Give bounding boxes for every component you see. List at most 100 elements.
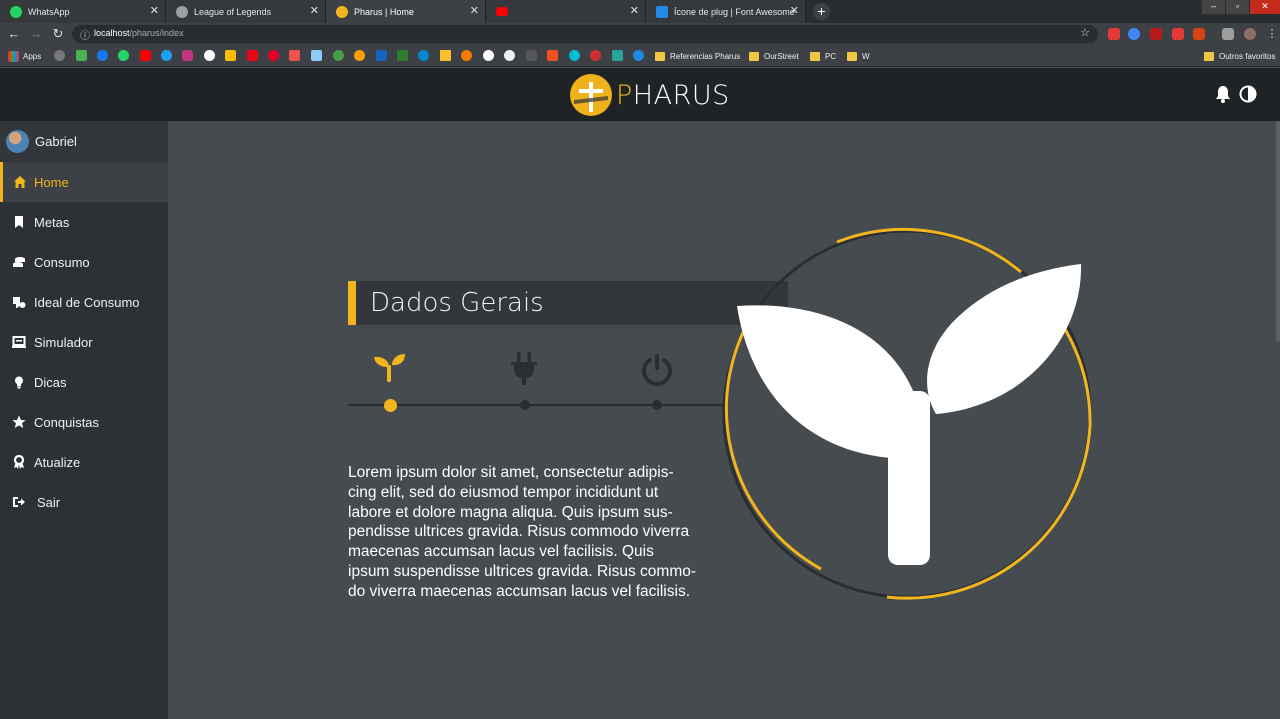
contrast-icon[interactable]	[1239, 85, 1257, 103]
bookmark-icon[interactable]	[333, 50, 344, 61]
close-icon[interactable]: ✕	[310, 4, 319, 17]
playlist-icon[interactable]	[1222, 28, 1234, 40]
bookmark-label: Apps	[23, 51, 42, 61]
tab-youtube[interactable]: ✕	[486, 0, 646, 23]
menu-kebab-icon[interactable]: ⋮	[1264, 26, 1280, 42]
sidebar-item-conquistas[interactable]: Conquistas	[0, 402, 168, 442]
netflix-icon[interactable]	[247, 50, 258, 61]
tab-title: WhatsApp	[28, 6, 70, 17]
forward-arrow-icon[interactable]: →	[28, 26, 44, 42]
extension-icon[interactable]	[1193, 28, 1205, 40]
minimize-button[interactable]: –	[1202, 0, 1225, 14]
bookmark-icon[interactable]	[418, 50, 429, 61]
coins-icon	[13, 257, 25, 267]
address-bar[interactable]: ⓘ localhost/pharus/index ☆	[72, 25, 1098, 43]
home-icon	[14, 176, 26, 188]
bookmark-icon[interactable]	[569, 50, 580, 61]
main-content: Dados Gerais Lorem ipsum dolor sit amet,…	[168, 121, 1280, 719]
info-icon[interactable]: ⓘ	[80, 27, 90, 42]
tab-league-of-legends[interactable]: League of Legends ✕	[166, 0, 326, 23]
close-icon[interactable]: ✕	[150, 4, 159, 17]
close-icon[interactable]: ✕	[790, 4, 799, 17]
sidebar-item-atualize[interactable]: Atualize	[0, 442, 168, 482]
github-icon[interactable]	[483, 50, 494, 61]
sidebar-item-consumo[interactable]: Consumo	[0, 242, 168, 282]
bookmark-icon[interactable]	[440, 50, 451, 61]
bookmark-icon[interactable]	[54, 50, 65, 61]
bookmark-folder-referencias-pharus[interactable]: Referencias Pharus	[655, 50, 740, 62]
bookmark-folder-w[interactable]: W	[847, 50, 870, 62]
league-icon	[176, 5, 188, 18]
bell-icon[interactable]	[1214, 85, 1232, 103]
plug-icon	[13, 297, 26, 308]
step-indicator[interactable]	[652, 400, 662, 410]
bookmark-icon[interactable]	[376, 50, 387, 61]
pinterest-icon[interactable]	[268, 50, 279, 61]
close-icon[interactable]: ✕	[630, 4, 639, 17]
window-close-button[interactable]: ✕	[1250, 0, 1280, 14]
extension-icon[interactable]	[1172, 28, 1184, 40]
google-icon[interactable]	[204, 50, 215, 61]
adblock-icon[interactable]	[1108, 28, 1120, 40]
bookmark-icon[interactable]	[461, 50, 472, 61]
step-indicator-active[interactable]	[384, 399, 397, 412]
bookmark-folder-pc[interactable]: PC	[810, 50, 836, 62]
drive-icon[interactable]	[225, 50, 236, 61]
tab-font-awesome[interactable]: Ícone de plug | Font Awesome ✕	[646, 0, 806, 23]
bookmark-folder-ourstreet[interactable]: OurStreet	[749, 50, 799, 62]
bookmark-folder-outros-favoritos[interactable]: Outros favoritos	[1204, 50, 1275, 62]
sidebar-item-simulador[interactable]: Simulador	[0, 322, 168, 362]
sidebar-item-sair[interactable]: Sair	[0, 482, 168, 522]
bookmark-label: PC	[825, 51, 837, 61]
translate-icon[interactable]	[1128, 28, 1140, 40]
instagram-icon[interactable]	[182, 50, 193, 61]
plug-icon[interactable]	[506, 351, 542, 387]
seedling-icon[interactable]	[372, 352, 408, 388]
bookmark-icon[interactable]	[397, 50, 408, 61]
twitter-icon[interactable]	[161, 50, 172, 61]
sidebar-item-dicas[interactable]: Dicas	[0, 362, 168, 402]
whatsapp-icon	[10, 5, 22, 18]
sidebar-item-metas[interactable]: Metas	[0, 202, 168, 242]
sidebar-item-home[interactable]: Home	[0, 162, 168, 202]
folder-icon	[749, 51, 759, 61]
text-line: cing elit, sed do eiusmod tempor incidid…	[348, 483, 659, 501]
facebook-icon[interactable]	[97, 50, 108, 61]
progress-track	[348, 404, 728, 406]
tab-pharus-home[interactable]: Pharus | Home ✕	[326, 0, 486, 23]
page-scrollbar[interactable]	[1276, 121, 1280, 341]
tab-whatsapp[interactable]: WhatsApp ✕	[0, 0, 166, 23]
sidebar-item-label: Home	[34, 175, 69, 190]
pdf-icon[interactable]	[1150, 28, 1162, 40]
maximize-button[interactable]: ▫	[1226, 0, 1249, 14]
bookmark-apps[interactable]: Apps	[8, 50, 41, 62]
power-icon[interactable]	[639, 353, 675, 389]
youtube-icon[interactable]	[140, 50, 151, 61]
font-awesome-icon	[656, 5, 668, 18]
step-indicator[interactable]	[520, 400, 530, 410]
new-tab-button[interactable]: +	[813, 3, 830, 20]
title-accent-bar	[348, 281, 356, 325]
whatsapp-icon[interactable]	[118, 50, 129, 61]
profile-avatar-icon[interactable]	[1244, 28, 1256, 40]
tab-title: Ícone de plug | Font Awesome	[674, 6, 795, 17]
bookmark-icon[interactable]	[354, 50, 365, 61]
bookmark-icon[interactable]	[633, 50, 644, 61]
back-arrow-icon[interactable]: ←	[6, 26, 22, 42]
bookmark-icon[interactable]	[526, 50, 537, 61]
text-line: labore et dolore magna aliqua. Quis ipsu…	[348, 503, 673, 521]
bookmark-icon[interactable]	[612, 50, 623, 61]
close-icon[interactable]: ✕	[470, 4, 479, 17]
folder-icon	[847, 51, 857, 61]
reload-icon[interactable]: ↻	[50, 26, 66, 42]
bookmark-icon[interactable]	[504, 50, 515, 61]
browser-tab-bar: WhatsApp ✕ League of Legends ✕ Pharus | …	[0, 0, 1280, 23]
sidebar-item-ideal-de-consumo[interactable]: Ideal de Consumo	[0, 282, 168, 322]
figma-icon[interactable]	[547, 50, 558, 61]
bookmark-icon[interactable]	[590, 50, 601, 61]
user-profile[interactable]: Gabriel	[0, 121, 168, 161]
bookmark-icon[interactable]	[311, 50, 322, 61]
bookmark-icon[interactable]	[76, 50, 87, 61]
bookmark-icon[interactable]	[289, 50, 300, 61]
bookmark-star-icon[interactable]: ☆	[1080, 26, 1090, 39]
